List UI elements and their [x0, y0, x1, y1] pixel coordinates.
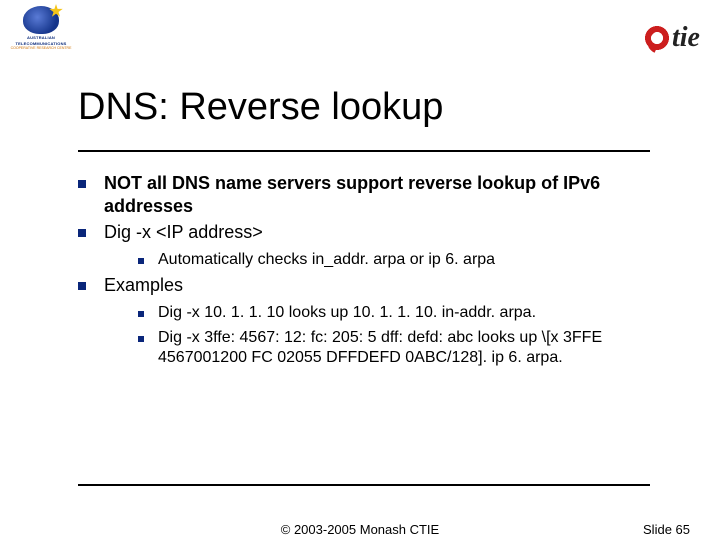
bullet-level1: Examples — [78, 274, 668, 297]
bullet-text: Examples — [104, 274, 668, 297]
logo-left-line3: COOPERATIVE RESEARCH CENTRE — [11, 47, 72, 51]
bullet-text: NOT all DNS name servers support reverse… — [104, 172, 668, 217]
slide: AUSTRALIAN TELECOMMUNICATIONS COOPERATIV… — [0, 0, 720, 540]
divider-bottom — [78, 484, 650, 486]
footer-copyright: © 2003-2005 Monash CTIE — [0, 522, 720, 537]
square-bullet-icon — [78, 229, 86, 237]
divider-top — [78, 150, 650, 152]
logo-left-line1: AUSTRALIAN — [27, 36, 55, 40]
c-swirl-icon — [643, 24, 671, 52]
bullet-level2: Automatically checks in_addr. arpa or ip… — [138, 250, 668, 271]
square-bullet-icon — [138, 336, 144, 342]
bullet-text: Automatically checks in_addr. arpa or ip… — [158, 250, 668, 271]
slide-title: DNS: Reverse lookup — [78, 86, 443, 129]
bullet-level2: Dig -x 10. 1. 1. 10 looks up 10. 1. 1. 1… — [138, 303, 668, 324]
bullet-level2: Dig -x 3ffe: 4567: 12: fc: 205: 5 dff: d… — [138, 328, 668, 370]
logo-ctie: tie — [643, 22, 700, 54]
square-bullet-icon — [138, 258, 144, 264]
square-bullet-icon — [78, 282, 86, 290]
sublist: Dig -x 10. 1. 1. 10 looks up 10. 1. 1. 1… — [138, 303, 668, 369]
square-bullet-icon — [138, 311, 144, 317]
sublist: Automatically checks in_addr. arpa or ip… — [138, 250, 668, 271]
logo-australian-telecom: AUSTRALIAN TELECOMMUNICATIONS COOPERATIV… — [10, 6, 72, 68]
content-area: NOT all DNS name servers support reverse… — [78, 172, 668, 373]
bullet-level1: NOT all DNS name servers support reverse… — [78, 172, 668, 217]
logo-right-text: tie — [672, 22, 700, 54]
globe-icon — [23, 6, 59, 34]
footer-page-number: Slide 65 — [643, 522, 690, 537]
bullet-text: Dig -x <IP address> — [104, 221, 668, 244]
square-bullet-icon — [78, 180, 86, 188]
bullet-text: Dig -x 3ffe: 4567: 12: fc: 205: 5 dff: d… — [158, 328, 668, 370]
bullet-text: Dig -x 10. 1. 1. 10 looks up 10. 1. 1. 1… — [158, 303, 668, 324]
bullet-level1: Dig -x <IP address> — [78, 221, 668, 244]
